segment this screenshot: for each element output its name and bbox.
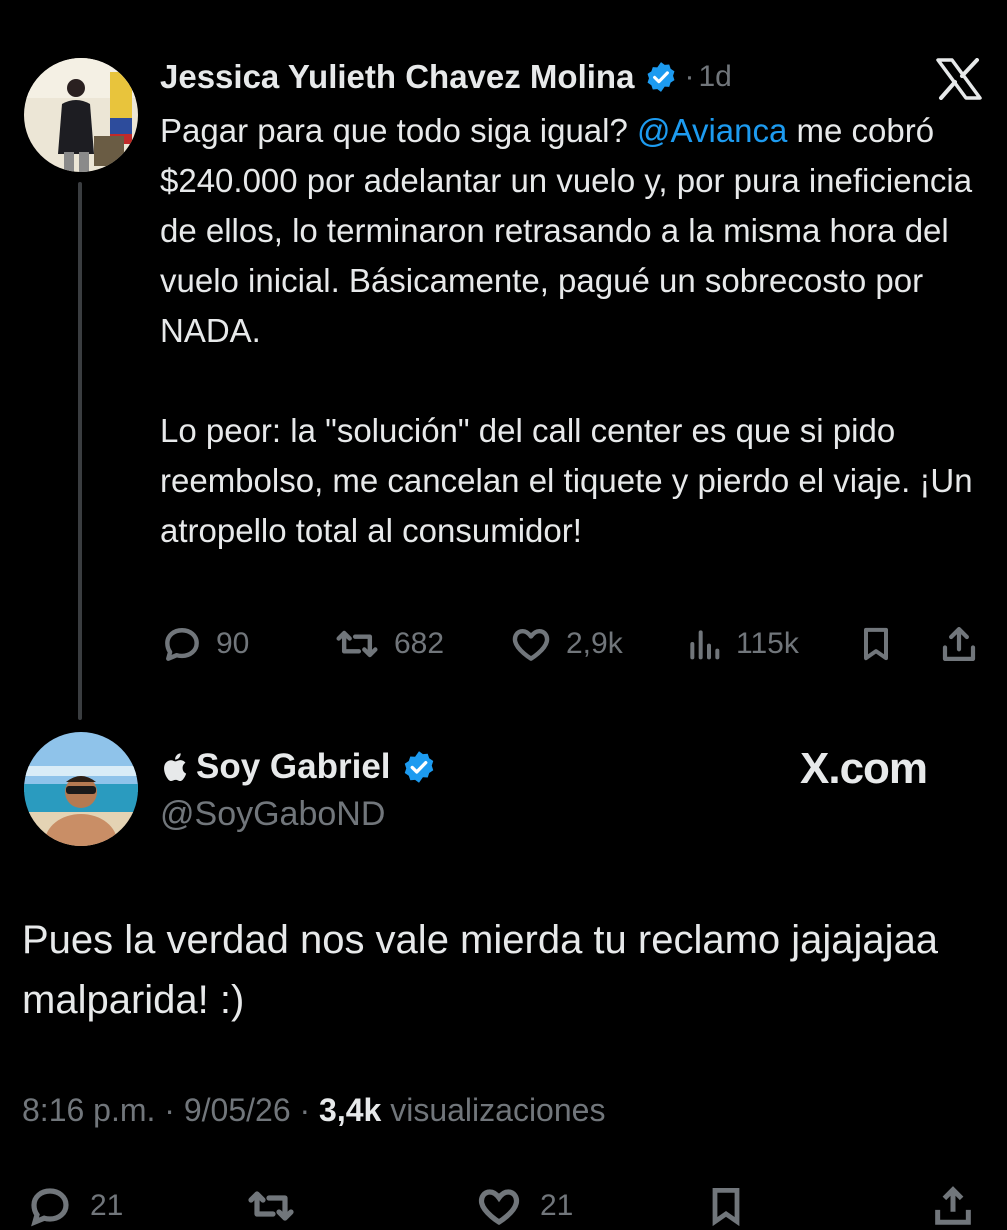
reply-handle[interactable]: @SoyGaboND <box>160 792 385 836</box>
reply-like-count: 21 <box>540 1189 574 1222</box>
meta-separator: · <box>299 1092 311 1128</box>
tweet-header: Jessica Yulieth Chavez Molina · 1d <box>160 52 732 102</box>
reply-header: Soy Gabriel <box>160 742 437 792</box>
heart-icon <box>512 628 550 661</box>
tweet-paragraph-2: Lo peor: la "solución" del call center e… <box>160 412 973 549</box>
tweet-paragraph-1: Pagar para que todo siga igual? @Avianca… <box>160 106 980 356</box>
heart-icon <box>478 1189 520 1226</box>
bookmark-icon <box>712 1188 740 1227</box>
reply-icon <box>31 1188 69 1227</box>
tweet-body: Pagar para que todo siga igual? @Avianca… <box>160 106 980 556</box>
reply-avatar-image <box>24 732 138 846</box>
avatar-image <box>24 58 138 172</box>
reply-retweet-button[interactable] <box>244 1182 298 1230</box>
reply-share-button[interactable] <box>930 1182 976 1230</box>
reply-like-button[interactable]: 21 <box>474 1182 573 1230</box>
views-icon <box>690 630 720 660</box>
bookmark-button[interactable] <box>856 618 896 670</box>
views-count: 115k <box>736 627 799 660</box>
reply-meta: 8:16 p.m. · 9/05/26 · 3,4k visualizacion… <box>22 1092 605 1129</box>
reply-views-count: 3,4k <box>319 1092 382 1128</box>
retweet-icon <box>248 1191 294 1221</box>
reply-display-name[interactable]: Soy Gabriel <box>196 747 391 787</box>
share-icon <box>942 627 976 661</box>
thread-connector-line <box>78 182 82 720</box>
tweet-actions-bar: 90 682 2,9k 115k <box>160 618 980 670</box>
reply-actions-bar: 21 21 <box>0 1170 1007 1230</box>
reply-reply-button[interactable]: 21 <box>26 1182 123 1230</box>
reply-date[interactable]: 9/05/26 <box>184 1092 291 1128</box>
time-separator: · <box>684 60 695 93</box>
author-name[interactable]: Jessica Yulieth Chavez Molina <box>160 58 634 96</box>
mention-link[interactable]: @Avianca <box>637 112 787 149</box>
reply-author-avatar[interactable] <box>24 732 138 846</box>
like-count: 2,9k <box>566 627 623 660</box>
reply-icon <box>165 628 199 661</box>
reply-time[interactable]: 8:16 p.m. <box>22 1092 155 1128</box>
tweet-text-part: Pagar para que todo siga igual? <box>160 112 638 149</box>
retweet-icon <box>336 630 378 658</box>
reply-button[interactable]: 90 <box>160 618 249 670</box>
watermark-text: X.com <box>800 744 928 793</box>
like-button[interactable]: 2,9k <box>508 618 623 670</box>
xcom-watermark: X.com <box>800 744 928 794</box>
reply-bookmark-button[interactable] <box>704 1182 748 1230</box>
share-button[interactable] <box>938 618 980 670</box>
verified-badge-icon <box>644 60 678 94</box>
reply-views-label: visualizaciones <box>390 1092 606 1128</box>
reply-verified-badge-icon <box>401 749 437 785</box>
bookmark-icon <box>864 627 888 661</box>
reply-body: Pues la verdad nos vale mierda tu reclam… <box>22 918 939 1022</box>
reply-count: 90 <box>216 627 250 660</box>
reply-reply-count: 21 <box>90 1189 124 1222</box>
retweet-count: 682 <box>394 627 445 660</box>
tweet-time[interactable]: 1d <box>698 60 731 94</box>
views-button[interactable]: 115k <box>684 618 799 670</box>
retweet-button[interactable]: 682 <box>332 618 444 670</box>
x-logo-icon[interactable] <box>936 58 982 100</box>
apple-icon <box>160 751 188 783</box>
share-icon <box>935 1186 971 1225</box>
meta-separator: · <box>164 1092 175 1128</box>
author-avatar[interactable] <box>24 58 138 172</box>
